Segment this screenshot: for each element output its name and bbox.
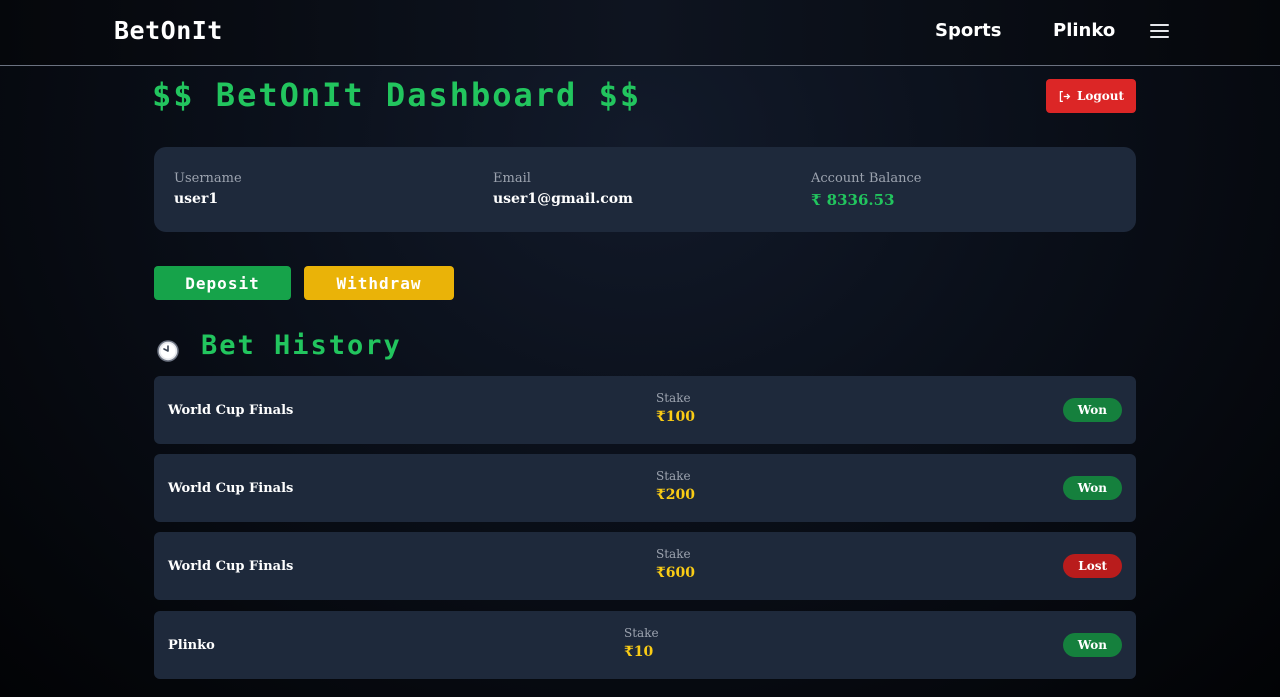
clock-icon xyxy=(157,340,179,362)
stake-value: ₹100 xyxy=(656,409,695,425)
username-value: user1 xyxy=(174,191,219,207)
nav-plinko-link[interactable]: Plinko xyxy=(1053,20,1115,41)
nav-sports-link[interactable]: Sports xyxy=(935,20,1001,41)
stake-label: Stake xyxy=(656,391,691,405)
username-label: Username xyxy=(174,171,242,186)
balance-label: Account Balance xyxy=(811,171,922,186)
bet-stake: Stake ₹200 xyxy=(656,469,695,503)
email-field: Email user1@gmail.com xyxy=(493,171,633,207)
brand-logo[interactable]: BetOnIt xyxy=(114,16,223,45)
bet-row: World Cup Finals Stake ₹600 Lost xyxy=(154,532,1136,600)
status-badge: Won xyxy=(1062,476,1122,500)
bet-stake: Stake ₹10 xyxy=(624,626,659,660)
bet-row: Plinko Stake ₹10 Won xyxy=(154,611,1136,679)
bet-row: World Cup Finals Stake ₹100 Won xyxy=(154,376,1136,444)
bet-name: Plinko xyxy=(168,638,215,653)
email-value: user1@gmail.com xyxy=(493,191,633,207)
bet-history-title: Bet History xyxy=(201,330,402,361)
stake-value: ₹200 xyxy=(656,487,695,503)
bet-stake: Stake ₹600 xyxy=(656,547,695,581)
username-field: Username user1 xyxy=(174,171,242,207)
status-badge: Lost xyxy=(1063,554,1122,578)
hamburger-menu-icon[interactable] xyxy=(1150,22,1169,38)
logout-button[interactable]: Logout xyxy=(1046,79,1136,113)
balance-field: Account Balance ₹ 8336.53 xyxy=(811,171,921,209)
stake-value: ₹600 xyxy=(656,565,695,581)
logout-icon xyxy=(1059,90,1071,102)
logout-label: Logout xyxy=(1076,89,1125,103)
deposit-button[interactable]: Deposit xyxy=(154,266,291,300)
page-title: $$ BetOnIt Dashboard $$ xyxy=(152,76,642,114)
bet-name: World Cup Finals xyxy=(168,403,294,418)
bet-name: World Cup Finals xyxy=(168,481,294,496)
stake-label: Stake xyxy=(656,469,691,483)
withdraw-button[interactable]: Withdraw xyxy=(304,266,454,300)
bet-row: World Cup Finals Stake ₹200 Won xyxy=(154,454,1136,522)
bet-stake: Stake ₹100 xyxy=(656,391,695,425)
balance-value: ₹ 8336.53 xyxy=(811,191,895,209)
status-badge: Won xyxy=(1062,398,1122,422)
stake-value: ₹10 xyxy=(624,644,654,660)
account-info-card: Username user1 Email user1@gmail.com Acc… xyxy=(154,147,1136,232)
top-navbar: BetOnIt Sports Plinko xyxy=(0,0,1280,66)
email-label: Email xyxy=(493,171,531,186)
stake-label: Stake xyxy=(624,626,659,640)
bet-name: World Cup Finals xyxy=(168,559,294,574)
status-badge: Won xyxy=(1062,633,1122,657)
stake-label: Stake xyxy=(656,547,691,561)
